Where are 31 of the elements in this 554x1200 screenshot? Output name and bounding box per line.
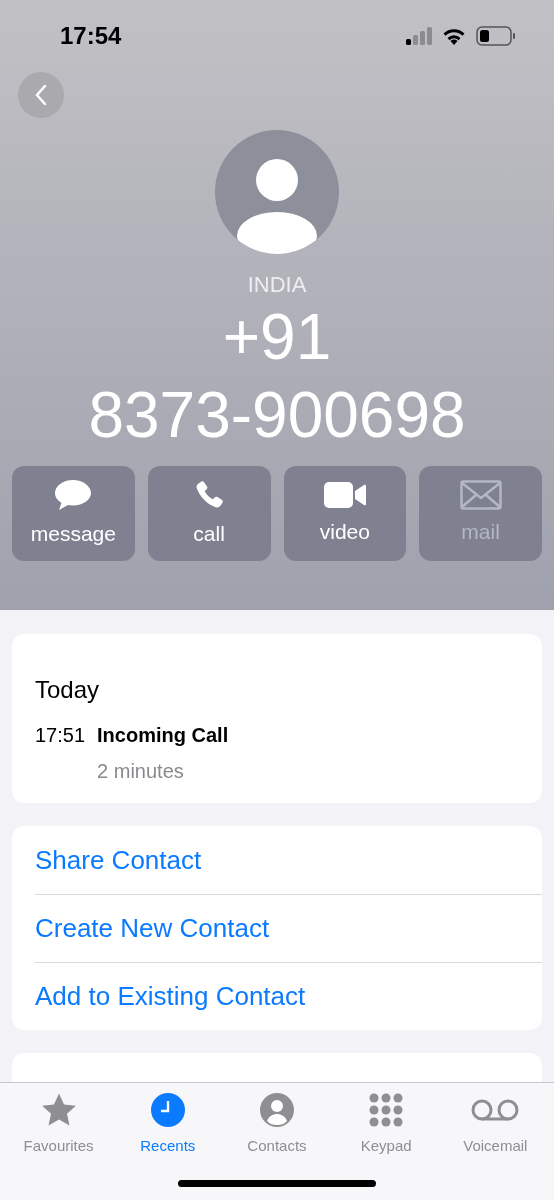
tab-item[interactable]: Keypad xyxy=(336,1091,437,1158)
country-label: INDIA xyxy=(246,272,308,298)
envelope-icon xyxy=(459,479,502,510)
contact-action-link[interactable]: Share Contact xyxy=(35,840,202,880)
contact-action-link[interactable]: Add to Existing Contact xyxy=(35,977,306,1016)
call-duration: 2 minutes xyxy=(97,759,185,784)
call-time: 17:51 xyxy=(35,723,86,748)
status-time: 17:54 xyxy=(60,21,122,51)
contact-action-link[interactable]: Create New Contact xyxy=(35,909,270,948)
call-type: Incoming Call xyxy=(97,723,229,748)
date-heading: Today xyxy=(35,675,101,705)
tab-item[interactable]: Voicemail xyxy=(445,1091,546,1158)
message-button[interactable]: message xyxy=(12,466,135,561)
signal-icon xyxy=(406,27,432,45)
phone-number: 8373-900698 xyxy=(87,378,467,453)
phone-number: +91 xyxy=(221,300,333,375)
back-button[interactable] xyxy=(18,72,64,118)
tab-item[interactable]: Favourites xyxy=(8,1091,109,1158)
tab-item[interactable]: Recents xyxy=(117,1091,218,1158)
keypad-icon xyxy=(369,1093,404,1127)
wifi-icon xyxy=(442,27,466,45)
call-button[interactable]: call xyxy=(147,466,271,561)
clock-icon xyxy=(150,1093,185,1127)
person-circle-icon xyxy=(259,1093,294,1127)
battery-icon xyxy=(476,26,516,46)
chevron-left-icon xyxy=(34,84,48,106)
voicemail-icon xyxy=(470,1098,521,1122)
speech-bubble-icon xyxy=(53,477,94,512)
tab-item[interactable]: Contacts xyxy=(226,1091,327,1158)
video-camera-icon xyxy=(322,479,367,510)
video-button[interactable]: video xyxy=(283,466,407,561)
